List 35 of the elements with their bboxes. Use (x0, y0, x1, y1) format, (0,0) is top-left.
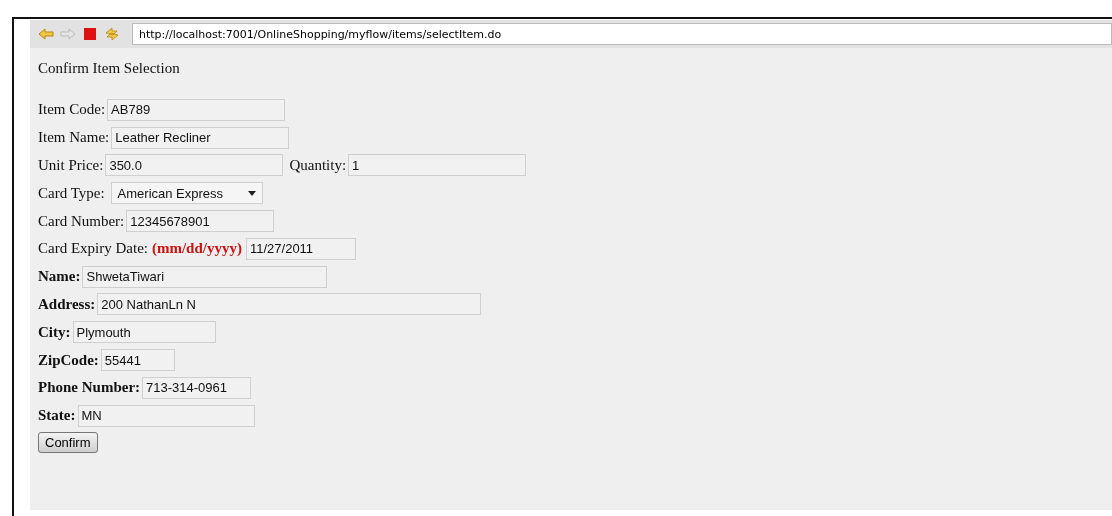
text-field[interactable]: 713-314-0961 (142, 376, 252, 399)
text-field[interactable]: 55441 (100, 349, 175, 372)
text-field[interactable]: ShwetaTiwari (82, 265, 328, 288)
field-label: ZipCode: (38, 351, 99, 369)
field-label: Phone Number: (38, 379, 141, 397)
field-label: Card Expiry Date: (38, 240, 148, 258)
field-label: Unit Price: (38, 157, 104, 174)
format-hint: (mm/dd/yyyy) (151, 240, 242, 258)
page-heading: Confirm Item Selection (38, 60, 181, 78)
text-field[interactable]: 11/27/2011 (245, 237, 356, 260)
field-label: Item Name: (38, 129, 110, 147)
text-field[interactable]: 350.0 (105, 154, 284, 177)
text-field[interactable]: Leather Recliner (111, 126, 290, 149)
text-field[interactable]: AB789 (107, 98, 286, 121)
dropdown[interactable]: American Express (110, 182, 263, 205)
confirm-button[interactable]: Confirm (38, 431, 98, 453)
field-label: Name: (38, 268, 81, 286)
field-label: Card Number: (38, 212, 125, 230)
field-label: City: (38, 323, 71, 341)
forward-arrow-icon[interactable] (60, 26, 76, 42)
field-label: State: (38, 407, 76, 425)
address-field[interactable]: http://localhost:7001/OnlineShopping/myflow/items/selectItem.do (132, 23, 1112, 45)
field-label: Quantity: (289, 157, 347, 174)
caret-icon (247, 190, 256, 196)
stop-icon[interactable] (82, 26, 98, 42)
back-arrow-icon[interactable] (38, 26, 54, 42)
field-label: Address: (38, 295, 96, 313)
refresh-icon[interactable] (104, 26, 120, 42)
text-field[interactable]: 200 NathanLn N (97, 293, 482, 316)
text-field[interactable]: MN (77, 404, 255, 427)
field-label: Card Type: (38, 184, 105, 202)
field-label: Item Code: (38, 101, 106, 119)
text-field[interactable]: 12345678901 (126, 210, 275, 233)
text-field[interactable]: 1 (348, 154, 527, 177)
text-field[interactable]: Plymouth (72, 321, 216, 344)
